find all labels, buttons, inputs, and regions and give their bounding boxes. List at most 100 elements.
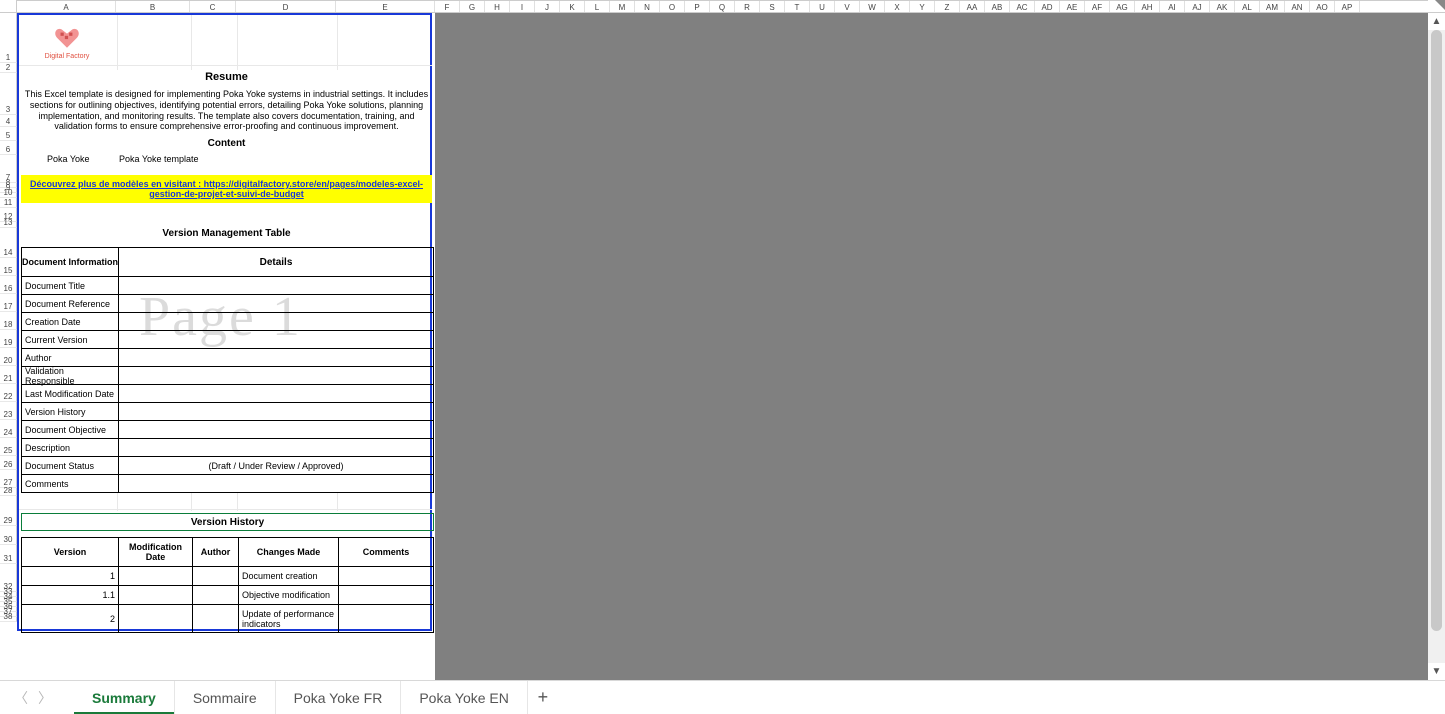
spreadsheet-grid[interactable]: Digital Factory Resume This Excel templa… [17,13,1428,680]
vmt-row[interactable]: Validation Responsible [21,367,434,385]
vmt-row[interactable]: Document Objective [21,421,434,439]
vh-comments[interactable] [339,567,433,585]
vmt-row[interactable]: Document Reference [21,295,434,313]
column-header[interactable]: AL [1235,1,1260,12]
vmt-value[interactable] [119,349,433,366]
column-header[interactable]: H [485,1,510,12]
vmt-value[interactable] [119,475,433,492]
column-header[interactable]: AP [1335,1,1360,12]
row-header[interactable]: 31 [0,545,17,564]
column-header[interactable]: F [435,1,460,12]
vh-row[interactable]: 1.1Objective modification [21,586,434,605]
column-header[interactable]: Y [910,1,935,12]
column-header[interactable]: AK [1210,1,1235,12]
vmt-value[interactable] [119,385,433,402]
column-header[interactable]: E [336,1,435,12]
row-header[interactable]: 2 [0,63,17,73]
column-header[interactable]: AA [960,1,985,12]
row-header[interactable]: 20 [0,348,17,366]
column-header[interactable]: R [735,1,760,12]
column-header[interactable]: A [17,1,116,12]
row-header[interactable]: 16 [0,276,17,294]
vh-changes[interactable]: Objective modification [239,586,339,604]
column-header[interactable]: V [835,1,860,12]
sheet-tab[interactable]: Poka Yoke FR [276,681,402,714]
vmt-value[interactable] [119,313,433,330]
column-header[interactable]: G [460,1,485,12]
row-header[interactable]: 26 [0,456,17,470]
row-header[interactable]: 6 [0,141,17,155]
column-header[interactable]: AE [1060,1,1085,12]
column-header[interactable]: S [760,1,785,12]
column-headers[interactable]: ABCDEFGHIJKLMNOPQRSTUVWXYZAAABACADAEAFAG… [17,0,1428,13]
vh-changes[interactable]: Document creation [239,567,339,585]
column-header[interactable]: X [885,1,910,12]
vh-row[interactable]: 1 Document creation [21,567,434,586]
tab-nav-prev-icon[interactable]: 〈 [12,689,30,707]
column-header[interactable]: AN [1285,1,1310,12]
row-header[interactable]: 11 [0,198,17,208]
row-header[interactable]: 21 [0,366,17,384]
vh-comments[interactable] [339,605,433,632]
vh-author[interactable] [193,605,239,632]
column-header[interactable]: AC [1010,1,1035,12]
vh-date[interactable] [119,605,193,632]
vmt-value[interactable]: (Draft / Under Review / Approved) [119,457,433,474]
vh-author[interactable] [193,586,239,604]
vmt-value[interactable] [119,403,433,420]
promo-link[interactable]: Découvrez plus de modèles en visitant : … [21,179,432,199]
vmt-row[interactable]: Document Title [21,277,434,295]
sheet-tab[interactable]: Summary [74,681,175,714]
vmt-row[interactable]: Author [21,349,434,367]
column-header[interactable]: AJ [1185,1,1210,12]
row-header[interactable]: 17 [0,294,17,312]
scroll-down-icon[interactable]: ▼ [1428,663,1445,680]
vmt-value[interactable] [119,331,433,348]
row-header[interactable]: 24 [0,420,17,438]
column-header[interactable]: AO [1310,1,1335,12]
column-header[interactable]: Z [935,1,960,12]
row-header[interactable]: 4 [0,115,17,127]
row-header[interactable]: 23 [0,402,17,420]
vh-changes[interactable]: Update of performance indicators [239,605,339,632]
vmt-row[interactable]: Document Status(Draft / Under Review / A… [21,457,434,475]
vmt-row[interactable]: Description [21,439,434,457]
column-header[interactable]: Q [710,1,735,12]
column-header[interactable]: AG [1110,1,1135,12]
vertical-scrollbar[interactable]: ▲ ▼ [1428,13,1445,680]
column-header[interactable]: L [585,1,610,12]
column-header[interactable]: AF [1085,1,1110,12]
row-header[interactable]: 18 [0,312,17,330]
vh-version[interactable]: 2 [22,605,119,632]
vmt-value[interactable] [119,277,433,294]
sheet-tab[interactable]: Poka Yoke EN [401,681,528,714]
column-header[interactable]: B [116,1,190,12]
vh-date[interactable] [119,586,193,604]
column-header[interactable]: O [660,1,685,12]
vscroll-thumb[interactable] [1431,30,1442,631]
vmt-row[interactable]: Last Modification Date [21,385,434,403]
vmt-row[interactable]: Creation Date [21,313,434,331]
row-header[interactable]: 14 [0,228,17,258]
add-sheet-button[interactable]: + [528,687,558,708]
row-header[interactable]: 15 [0,258,17,276]
column-header[interactable]: C [190,1,236,12]
column-header[interactable]: M [610,1,635,12]
column-header[interactable]: AI [1160,1,1185,12]
row-headers[interactable]: 1234567891011121314151617181920212223242… [0,13,17,680]
vmt-row[interactable]: Comments [21,475,434,493]
vmt-value[interactable] [119,421,433,438]
select-all-corner[interactable] [0,0,17,13]
column-header[interactable]: W [860,1,885,12]
vh-date[interactable] [119,567,193,585]
promo-link-cell[interactable]: Découvrez plus de modèles en visitant : … [21,175,432,203]
vh-version[interactable]: 1 [22,567,119,585]
column-header[interactable]: N [635,1,660,12]
column-header[interactable]: AH [1135,1,1160,12]
column-header[interactable]: J [535,1,560,12]
column-header[interactable]: AB [985,1,1010,12]
row-header[interactable]: 19 [0,330,17,348]
row-header[interactable]: 38 [0,617,17,622]
column-header[interactable]: I [510,1,535,12]
column-header[interactable]: P [685,1,710,12]
